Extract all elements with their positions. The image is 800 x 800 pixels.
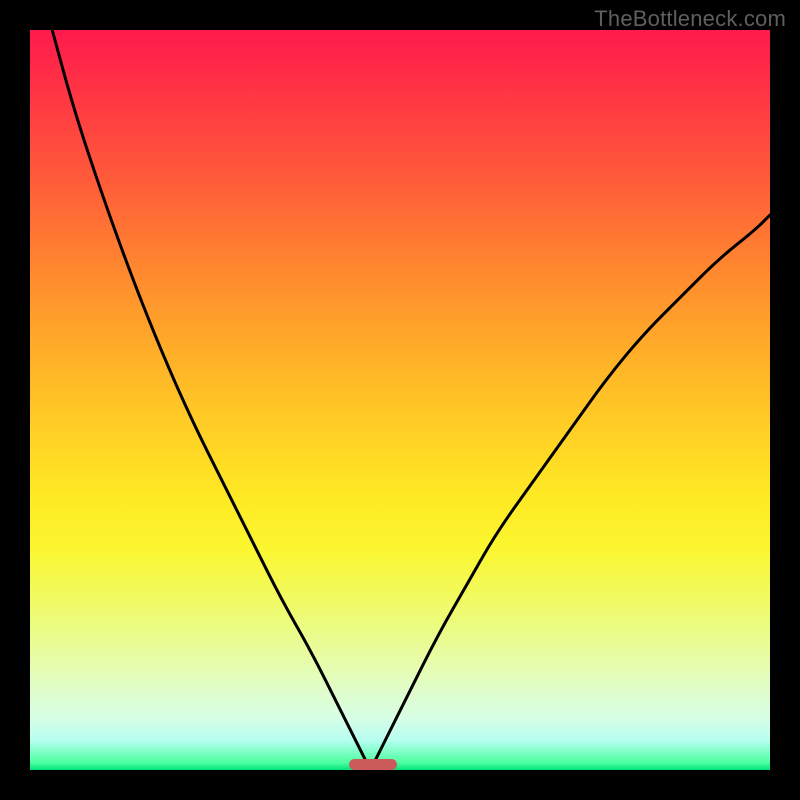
outer-frame: TheBottleneck.com [0, 0, 800, 800]
optimum-marker [349, 759, 397, 770]
curve-right-branch [370, 215, 770, 770]
curve-left-branch [52, 30, 370, 770]
plot-area [30, 30, 770, 770]
curve-layer [30, 30, 770, 770]
attribution-text: TheBottleneck.com [594, 6, 786, 32]
